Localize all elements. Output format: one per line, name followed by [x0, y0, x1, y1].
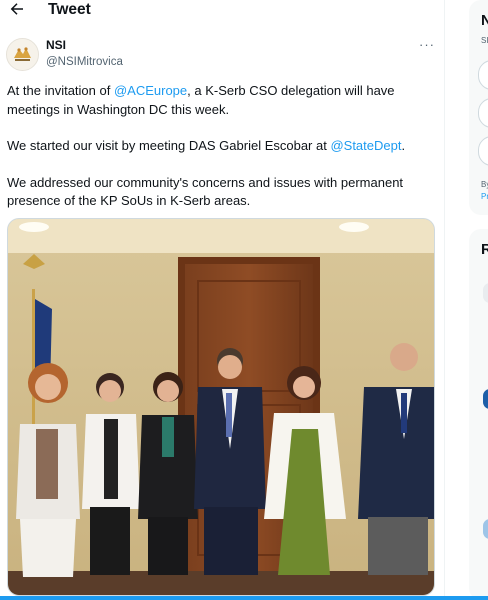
right-sidebar: N SI By Pr R: [445, 0, 488, 600]
sidebar-privacy-link[interactable]: Pr: [481, 192, 488, 202]
tweet-text-segment: We started our visit by meeting DAS Gabr…: [7, 138, 331, 153]
sidebar-signup-button-2[interactable]: [478, 98, 488, 128]
tweet-paragraph-3: We addressed our community's concerns an…: [7, 174, 404, 209]
sidebar-signup-button-3[interactable]: [478, 136, 488, 166]
page-title: Tweet: [48, 1, 91, 18]
tweet-paragraph-1: At the invitation of @ACEurope, a K-Serb…: [7, 82, 427, 119]
group-photo-image: [8, 219, 434, 595]
bottom-accent-bar: [0, 596, 488, 600]
more-horizontal-icon: ···: [419, 37, 435, 52]
sidebar-card-top: N SI By Pr: [469, 0, 488, 215]
tweet-text-segment: At the invitation of: [7, 83, 114, 98]
arrow-left-icon: [10, 3, 23, 15]
sidebar-card-subtitle: SI: [481, 36, 488, 45]
relevant-account-avatar[interactable]: [483, 389, 488, 409]
relevant-account-avatar[interactable]: [483, 283, 488, 303]
tweet-header: Tweet: [0, 0, 444, 22]
tweet-text-segment: .: [401, 138, 406, 153]
tweet-photo[interactable]: [7, 218, 435, 596]
author-name[interactable]: NSI: [46, 38, 66, 52]
more-options-button[interactable]: ···: [418, 38, 436, 52]
avatar[interactable]: [6, 38, 39, 71]
tweet-body: At the invitation of @ACEurope, a K-Serb…: [7, 82, 427, 211]
relevant-account-avatar[interactable]: [483, 519, 488, 539]
nsi-logo-icon: [7, 39, 38, 70]
tweet-paragraph-2: We started our visit by meeting DAS Gabr…: [7, 137, 427, 156]
sidebar-card-relevant: R: [469, 229, 488, 600]
sidebar-card-title: N: [481, 12, 488, 29]
sidebar-signup-button-1[interactable]: [478, 60, 488, 90]
author-handle[interactable]: @NSIMitrovica: [46, 55, 123, 69]
tweet-main-column: Tweet NSI @NSIMitrovica ··· At the invit…: [0, 0, 444, 600]
back-button[interactable]: [8, 0, 28, 20]
sidebar-terms-text: By: [481, 180, 488, 189]
mention-link-statedept[interactable]: @StateDept: [330, 138, 401, 153]
sidebar-card-title: R: [481, 241, 488, 258]
mention-link-aceurope[interactable]: @ACEurope: [114, 83, 187, 98]
